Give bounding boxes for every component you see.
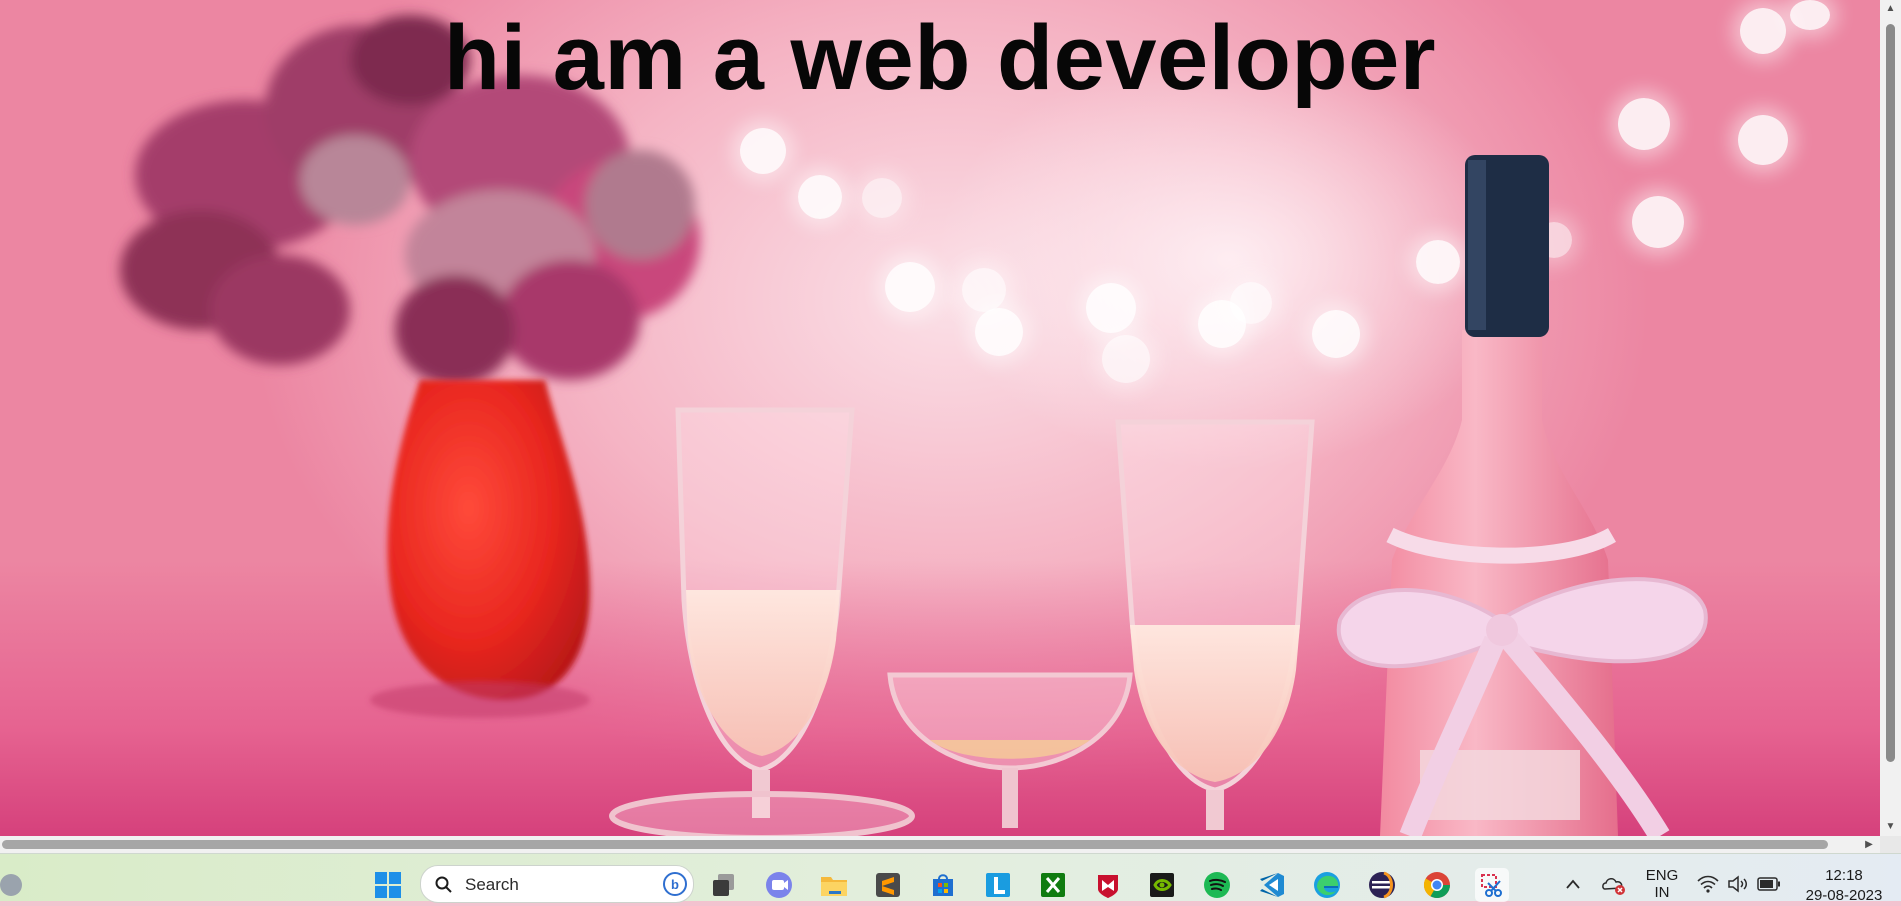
scrollbar-corner: [1880, 836, 1901, 853]
weather-widget-icon[interactable]: [0, 874, 22, 896]
scroll-right-icon[interactable]: ▶: [1862, 836, 1876, 853]
windows-start-icon[interactable]: [371, 868, 405, 902]
volume-icon[interactable]: [1727, 875, 1749, 893]
clock-time: 12:18: [1825, 867, 1863, 884]
language-indicator[interactable]: ENG IN: [1642, 867, 1682, 901]
eclipse-icon[interactable]: [1365, 868, 1399, 902]
task-view-icon[interactable]: [707, 868, 741, 902]
snipping-tool-icon[interactable]: [1475, 868, 1509, 902]
file-explorer-icon[interactable]: [817, 868, 851, 902]
taskbar-search[interactable]: Search b: [420, 865, 694, 903]
clock-date: 29-08-2023: [1805, 887, 1883, 904]
vscode-icon[interactable]: [1255, 868, 1289, 902]
page-headline: hi am a web developer: [443, 7, 1437, 109]
chrome-icon[interactable]: [1420, 868, 1454, 902]
nvidia-icon[interactable]: [1145, 868, 1179, 902]
wifi-icon[interactable]: [1697, 875, 1719, 893]
wine-bottle: [1336, 155, 1708, 836]
page-viewport: hi am a web developer: [0, 0, 1880, 836]
teams-chat-icon[interactable]: [762, 868, 796, 902]
sublime-text-icon[interactable]: [871, 868, 905, 902]
background-photo: [120, 15, 1708, 836]
spotify-icon[interactable]: [1200, 868, 1234, 902]
coupe-glass: [887, 672, 1133, 828]
taskbar: Search b ENG IN 12:18 29-08-2023: [0, 853, 1901, 904]
clock[interactable]: 12:18 29-08-2023: [1794, 866, 1894, 906]
champagne-glass-left: [609, 407, 915, 836]
scroll-down-icon[interactable]: ▼: [1880, 818, 1901, 836]
mcafee-icon[interactable]: [1091, 868, 1125, 902]
chevron-up-icon[interactable]: [1565, 878, 1581, 890]
edge-icon[interactable]: [1310, 868, 1344, 902]
vertical-scrollbar[interactable]: ▲ ▼: [1880, 0, 1901, 836]
champagne-glass-right: [1115, 419, 1315, 830]
bing-icon[interactable]: b: [663, 872, 687, 896]
red-vase: [370, 380, 590, 718]
microsoft-store-icon[interactable]: [926, 868, 960, 902]
onedrive-error-icon[interactable]: [1601, 874, 1627, 896]
search-label: Search: [465, 875, 519, 894]
vertical-scroll-thumb[interactable]: [1886, 24, 1895, 762]
horizontal-scrollbar[interactable]: ▶: [0, 836, 1880, 853]
xbox-icon[interactable]: [1036, 868, 1070, 902]
l-app-icon[interactable]: [981, 868, 1015, 902]
language-region: IN: [1654, 884, 1670, 901]
battery-icon[interactable]: [1757, 877, 1781, 891]
language-code: ENG: [1645, 867, 1679, 884]
scroll-up-icon[interactable]: ▲: [1880, 0, 1901, 18]
horizontal-scroll-thumb[interactable]: [2, 840, 1828, 849]
search-icon: [435, 876, 452, 893]
